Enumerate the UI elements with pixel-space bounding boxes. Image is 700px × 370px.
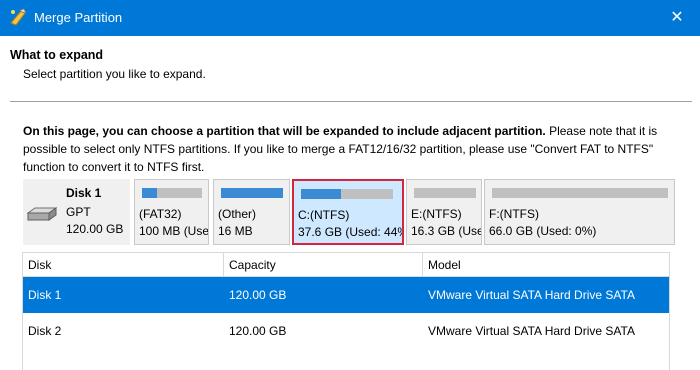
partition-block-c[interactable]: C:(NTFS) 37.6 GB (Used: 44%) xyxy=(292,179,404,245)
table-row[interactable]: Disk 1 120.00 GB VMware Virtual SATA Har… xyxy=(23,277,669,313)
window-title: Merge Partition xyxy=(34,10,123,25)
column-header-model[interactable]: Model xyxy=(423,253,669,277)
usage-bar xyxy=(492,188,668,198)
partition-label: (FAT32) xyxy=(139,207,182,221)
cell-capacity: 120.00 GB xyxy=(229,324,287,338)
cell-disk: Disk 2 xyxy=(28,324,62,338)
instructions-bold: On this page, you can choose a partition… xyxy=(23,124,546,138)
partition-info: 16 MB xyxy=(218,224,253,238)
disk-name: Disk 1 xyxy=(66,186,102,200)
disk-map: Disk 1 GPT 120.00 GB (FAT32) 100 MB (Use… xyxy=(23,179,675,245)
partition-label: F:(NTFS) xyxy=(489,207,539,221)
disk-capacity: 120.00 GB xyxy=(66,222,124,236)
partition-label: C:(NTFS) xyxy=(298,208,350,222)
partition-info: 37.6 GB (Used: 44%) xyxy=(298,225,404,239)
header-divider xyxy=(10,101,692,102)
column-header-disk[interactable]: Disk xyxy=(23,253,224,277)
disk-info[interactable]: Disk 1 GPT 120.00 GB xyxy=(23,179,130,245)
usage-bar xyxy=(301,189,393,199)
usage-fill xyxy=(301,189,342,199)
page-heading: What to expand xyxy=(10,48,104,62)
close-button[interactable]: ✕ xyxy=(654,0,700,36)
partition-label: E:(NTFS) xyxy=(411,207,462,221)
cell-model: VMware Virtual SATA Hard Drive SATA xyxy=(428,288,635,302)
title-bar: Merge Partition ✕ xyxy=(0,0,700,36)
partition-block-fat32[interactable]: (FAT32) 100 MB (Used: 0%) xyxy=(134,179,209,245)
partition-block-other[interactable]: (Other) 16 MB xyxy=(213,179,290,245)
disk-partition-style: GPT xyxy=(66,205,91,219)
usage-bar xyxy=(142,188,202,198)
partition-wizard-icon xyxy=(8,7,28,27)
cell-model: VMware Virtual SATA Hard Drive SATA xyxy=(428,324,635,338)
cell-disk: Disk 1 xyxy=(28,288,62,302)
partition-block-f[interactable]: F:(NTFS) 66.0 GB (Used: 0%) xyxy=(484,179,675,245)
table-header: Disk Capacity Model xyxy=(23,252,669,277)
page-subheading: Select partition you like to expand. xyxy=(23,67,206,81)
partition-info: 66.0 GB (Used: 0%) xyxy=(489,224,597,238)
usage-fill xyxy=(142,188,157,198)
table-row[interactable]: Disk 2 120.00 GB VMware Virtual SATA Har… xyxy=(23,313,669,349)
hard-drive-icon xyxy=(26,207,58,221)
cell-capacity: 120.00 GB xyxy=(229,288,287,302)
usage-bar xyxy=(221,188,283,198)
instructions-text: On this page, you can choose a partition… xyxy=(23,122,683,176)
column-header-capacity[interactable]: Capacity xyxy=(224,253,423,277)
usage-fill xyxy=(221,188,283,198)
partition-info: 100 MB (Used: 0%) xyxy=(139,224,209,238)
partition-label: (Other) xyxy=(218,207,257,221)
partition-block-e[interactable]: E:(NTFS) 16.3 GB (Used: 0%) xyxy=(406,179,482,245)
partition-info: 16.3 GB (Used: 0%) xyxy=(411,224,481,238)
disk-table: Disk Capacity Model Disk 1 120.00 GB VMw… xyxy=(22,252,670,370)
usage-bar xyxy=(414,188,476,198)
